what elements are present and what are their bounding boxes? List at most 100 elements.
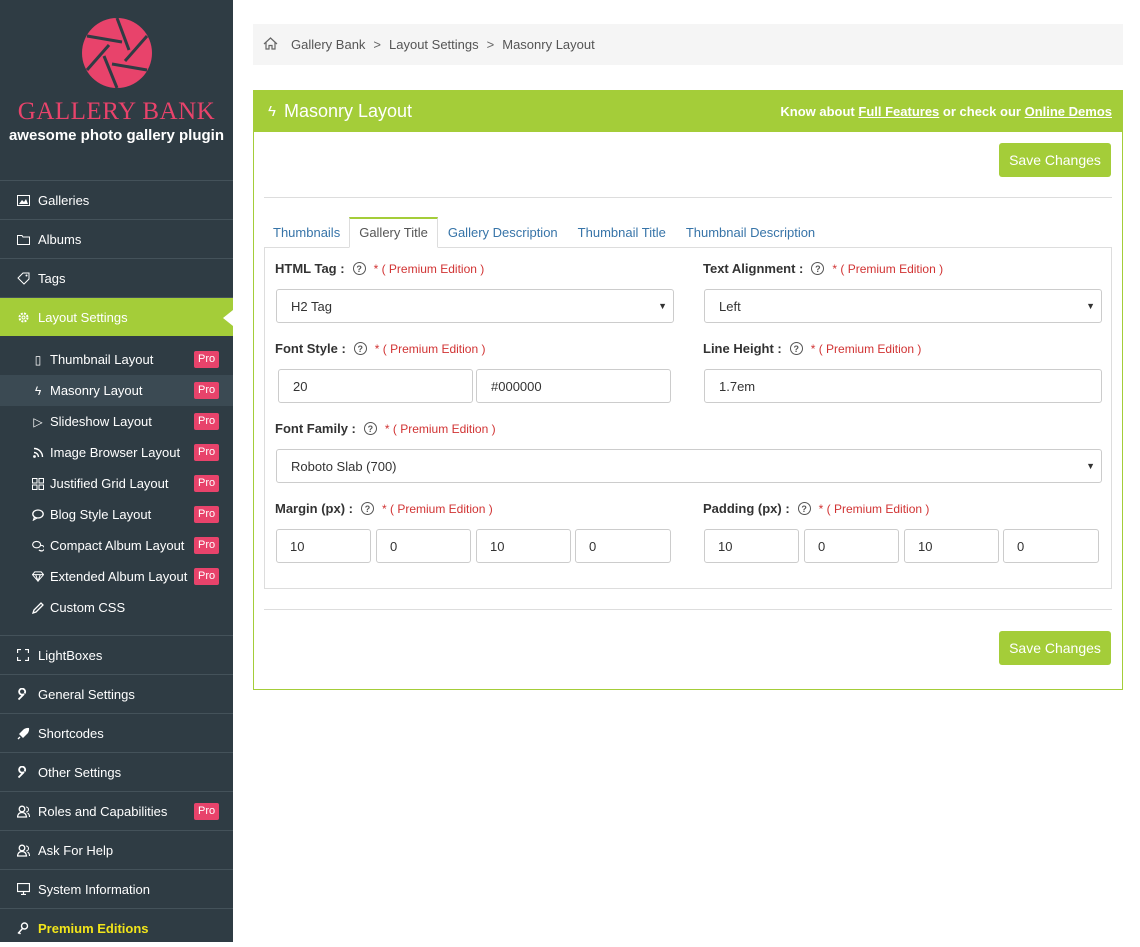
sidebar-item-albums[interactable]: Albums [0,219,233,258]
help-icon[interactable]: ? [353,342,367,355]
breadcrumb: Gallery Bank > Layout Settings > Masonry… [253,24,1123,65]
font-color-value: #000000 [491,378,542,394]
html-tag-label: HTML Tag : ? * ( Premium Edition ) [275,261,484,276]
premium-edition-note: * ( Premium Edition ) [382,501,493,516]
folder-icon [16,232,30,246]
sidebar-item-ask-for-help[interactable]: Ask For Help [0,830,233,869]
divider [264,609,1112,610]
margin-right-value: 0 [390,538,398,554]
save-changes-button-bottom[interactable]: Save Changes [999,631,1111,665]
font-family-label: Font Family : ? * ( Premium Edition ) [275,421,496,436]
margin-left-value: 0 [589,538,597,554]
sidebar-subitem-label: Compact Album Layout [50,538,185,553]
help-icon[interactable]: ? [789,342,803,355]
margin-top-input[interactable]: 10 [276,529,371,563]
sidebar-subitem-image-browser-layout[interactable]: Image Browser Layout Pro [0,437,233,468]
margin-top-value: 10 [290,538,305,554]
logo-subtitle: awesome photo gallery plugin [8,127,225,144]
line-height-input[interactable]: 1.7em [704,369,1102,403]
premium-edition-note: * ( Premium Edition ) [374,341,486,356]
sidebar-item-label: Shortcodes [38,725,104,741]
sidebar-subitem-custom-css[interactable]: Custom CSS [0,592,233,623]
help-icon[interactable]: ? [363,422,377,435]
panel-title: Masonry Layout [283,101,413,121]
breadcrumb-layout-settings[interactable]: Layout Settings [389,37,479,52]
sidebar-item-other-settings[interactable]: Other Settings [0,752,233,791]
dropdown-arrow-icon: ▼ [1086,461,1095,471]
sidebar-item-tags[interactable]: Tags [0,258,233,297]
sidebar-item-roles-and-capabilities[interactable]: Roles and Capabilities Pro [0,791,233,830]
key-icon [16,921,30,935]
home-icon[interactable] [263,36,278,53]
sidebar-item-lightboxes[interactable]: LightBoxes [0,635,233,674]
help-icon[interactable]: ? [361,502,374,515]
monitor-icon [16,882,30,896]
help-icon[interactable]: ? [797,502,811,515]
help-icon[interactable]: ? [352,262,366,275]
wrench-icon [16,765,30,779]
frame-icon [16,648,30,662]
bubbles-icon [32,540,44,552]
font-color-input[interactable]: #000000 [476,369,671,403]
sidebar-item-label: Other Settings [38,764,122,780]
tab-thumbnails[interactable]: Thumbnails [264,217,349,248]
sidebar-item-general-settings[interactable]: General Settings [0,674,233,713]
dropdown-arrow-icon: ▼ [1086,301,1095,311]
sidebar-subitem-justified-grid-layout[interactable]: Justified Grid Layout Pro [0,468,233,499]
sidebar-item-galleries[interactable]: Galleries [0,180,233,219]
pro-badge: Pro [194,444,220,461]
margin-right-input[interactable]: 0 [376,529,471,563]
grid-icon [32,477,44,490]
tab-thumbnail-description[interactable]: Thumbnail Description [676,217,825,248]
sidebar-subitem-slideshow-layout[interactable]: ▷ Slideshow Layout Pro [0,406,233,437]
tab-thumbnail-title[interactable]: Thumbnail Title [568,217,676,248]
gear-icon [16,310,30,324]
pencil-icon [32,601,44,614]
sidebar-subitem-extended-album-layout[interactable]: Extended Album Layout Pro [0,561,233,592]
main-content: Gallery Bank > Layout Settings > Masonry… [253,0,1123,690]
online-demos-link[interactable]: Online Demos [1025,104,1112,119]
padding-left-value: 0 [1017,538,1025,554]
sidebar-item-premium-editions[interactable]: Premium Editions [0,908,233,947]
html-tag-select[interactable]: H2 Tag ▼ [276,289,674,323]
sidebar-subitem-compact-album-layout[interactable]: Compact Album Layout Pro [0,530,233,561]
sidebar-subitem-thumbnail-layout[interactable]: ▯ Thumbnail Layout Pro [0,344,233,375]
sidebar-subitem-label: Image Browser Layout [50,445,181,460]
settings-tabs: Thumbnails Gallery Title Gallery Descrip… [264,217,1112,248]
padding-left-input[interactable]: 0 [1003,529,1099,563]
breadcrumb-home[interactable]: Gallery Bank [291,37,365,52]
diamond-icon [32,571,44,582]
sidebar-menu: Galleries Albums Tags Layout Settings [0,180,233,336]
tab-gallery-title[interactable]: Gallery Title [349,217,438,248]
save-changes-button-top[interactable]: Save Changes [999,143,1111,177]
sidebar-item-layout-settings[interactable]: Layout Settings [0,297,233,336]
premium-edition-note: * ( Premium Edition ) [384,421,496,436]
gallery-title-tab-content: HTML Tag : ? * ( Premium Edition ) H2 Ta… [264,248,1112,589]
padding-label: Padding (px) : ? * ( Premium Edition ) [703,501,929,516]
premium-edition-note: * ( Premium Edition ) [832,261,944,276]
font-family-select[interactable]: Roboto Slab (700) ▼ [276,449,1102,483]
text-alignment-select[interactable]: Left ▼ [704,289,1102,323]
sidebar-subitem-blog-style-layout[interactable]: Blog Style Layout Pro [0,499,233,530]
margin-bottom-input[interactable]: 10 [476,529,571,563]
premium-edition-note: * ( Premium Edition ) [810,341,922,356]
help-icon[interactable]: ? [811,262,825,275]
full-features-link[interactable]: Full Features [858,104,939,119]
image-icon [16,193,30,207]
padding-right-input[interactable]: 0 [804,529,899,563]
sidebar-subitem-label: Masonry Layout [50,383,143,398]
font-size-input[interactable]: 20 [278,369,473,403]
masonry-layout-panel: ϟ Masonry Layout Know about Full Feature… [253,90,1123,690]
logo[interactable]: GALLERY BANK awesome photo gallery plugi… [0,0,233,180]
tab-gallery-description[interactable]: Gallery Description [438,217,568,248]
sidebar-item-system-information[interactable]: System Information [0,869,233,908]
bubble-icon [32,508,44,521]
text-alignment-value: Left [719,298,741,314]
sidebar-item-shortcodes[interactable]: Shortcodes [0,713,233,752]
sidebar-item-label: Albums [38,231,82,247]
users-icon [16,804,30,818]
margin-left-input[interactable]: 0 [575,529,671,563]
padding-top-input[interactable]: 10 [704,529,799,563]
padding-bottom-input[interactable]: 10 [904,529,999,563]
sidebar-subitem-masonry-layout[interactable]: ϟ Masonry Layout Pro [0,375,233,406]
